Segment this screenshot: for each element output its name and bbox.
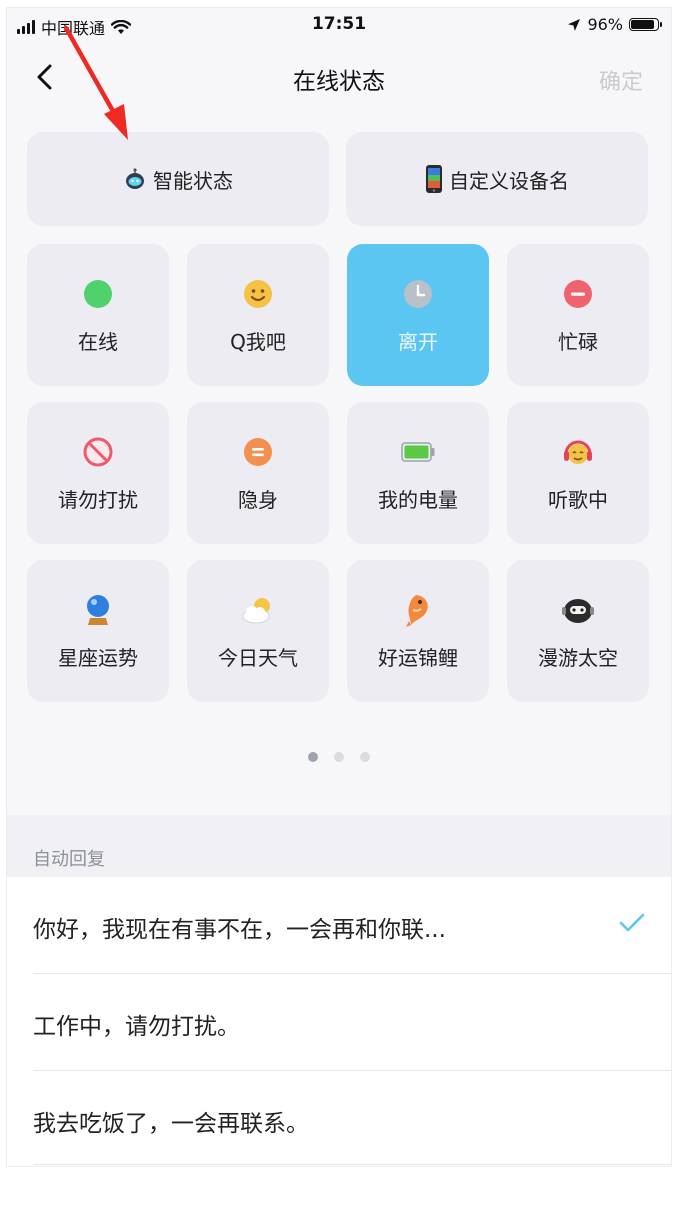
auto-reply-text: 工作中，请勿打扰。 bbox=[33, 1014, 240, 1040]
koi-fish-icon bbox=[406, 595, 428, 627]
status-label: 星座运势 bbox=[58, 646, 138, 670]
confirm-button[interactable]: 确定 bbox=[599, 64, 643, 96]
page-dot[interactable] bbox=[360, 752, 370, 762]
status-label: 在线 bbox=[78, 330, 118, 354]
auto-reply-text: 你好，我现在有事不在，一会再和你联... bbox=[33, 917, 446, 943]
page-title: 在线状态 bbox=[293, 69, 385, 95]
status-bar: 中国联通 17:51 96% bbox=[7, 8, 671, 42]
smart-status-label: 智能状态 bbox=[153, 168, 233, 193]
robot-icon bbox=[126, 168, 144, 189]
page-dot[interactable] bbox=[308, 752, 318, 762]
auto-reply-option[interactable]: 你好，我现在有事不在，一会再和你联... bbox=[7, 877, 671, 973]
custom-device-name-button[interactable]: 自定义设备名 bbox=[346, 132, 648, 226]
clock-icon bbox=[404, 280, 432, 308]
status-tile-busy[interactable]: 忙碌 bbox=[507, 244, 649, 386]
status-label: 听歌中 bbox=[548, 488, 608, 512]
status-tile-do-not-disturb[interactable]: 请勿打扰 bbox=[27, 402, 169, 544]
page-indicator bbox=[7, 752, 671, 762]
minus-circle-icon bbox=[564, 280, 592, 308]
auto-reply-section: 自动回复 你好，我现在有事不在，一会再和你联... 工作中，请勿打扰。 我去吃饭… bbox=[7, 815, 671, 1166]
status-label: 隐身 bbox=[238, 488, 278, 512]
phone-screen: 中国联通 17:51 96% 在线状态 确定 智能状态 自定义设备名 在线 Q我… bbox=[7, 8, 671, 1166]
status-tile-my-battery[interactable]: 我的电量 bbox=[347, 402, 489, 544]
phone-icon bbox=[426, 165, 442, 193]
status-tile-weather[interactable]: 今日天气 bbox=[187, 560, 329, 702]
crystal-ball-icon bbox=[87, 595, 109, 625]
divider bbox=[33, 1164, 671, 1165]
green-dot-icon bbox=[84, 280, 112, 308]
auto-reply-header: 自动回复 bbox=[7, 815, 671, 877]
battery-icon bbox=[401, 442, 435, 462]
battery-percent: 96% bbox=[587, 15, 623, 34]
custom-device-name-label: 自定义设备名 bbox=[449, 168, 569, 193]
page-dot[interactable] bbox=[334, 752, 344, 762]
equals-circle-icon bbox=[244, 438, 272, 466]
status-tile-space-roaming[interactable]: 漫游太空 bbox=[507, 560, 649, 702]
auto-reply-option[interactable]: 工作中，请勿打扰。 bbox=[7, 974, 671, 1070]
status-label: 好运锦鲤 bbox=[378, 646, 458, 670]
status-label: 我的电量 bbox=[378, 488, 458, 512]
location-arrow-icon bbox=[568, 18, 581, 31]
cloud-sun-icon bbox=[242, 598, 270, 624]
checkmark-icon bbox=[619, 913, 645, 932]
status-tile-invisible[interactable]: 隐身 bbox=[187, 402, 329, 544]
status-label: 今日天气 bbox=[218, 646, 298, 670]
status-label: 漫游太空 bbox=[538, 646, 618, 670]
no-entry-icon bbox=[83, 437, 113, 467]
status-right: 96% bbox=[567, 15, 662, 34]
status-tile-horoscope[interactable]: 星座运势 bbox=[27, 560, 169, 702]
status-label: 离开 bbox=[398, 330, 438, 354]
smiley-icon bbox=[244, 280, 272, 308]
status-tile-listening-music[interactable]: 听歌中 bbox=[507, 402, 649, 544]
astronaut-icon bbox=[562, 599, 594, 623]
navigation-bar: 在线状态 确定 bbox=[7, 42, 671, 114]
status-tile-q-me[interactable]: Q我吧 bbox=[187, 244, 329, 386]
smart-status-button[interactable]: 智能状态 bbox=[27, 132, 329, 226]
headphones-face-icon bbox=[564, 440, 592, 464]
status-tile-online[interactable]: 在线 bbox=[27, 244, 169, 386]
auto-reply-text: 我去吃饭了，一会再联系。 bbox=[33, 1111, 309, 1137]
auto-reply-option[interactable]: 我去吃饭了，一会再联系。 bbox=[7, 1071, 671, 1166]
status-label: 忙碌 bbox=[558, 330, 598, 354]
status-label: 请勿打扰 bbox=[58, 488, 138, 512]
auto-reply-title: 自动回复 bbox=[33, 849, 105, 870]
status-tile-away[interactable]: 离开 bbox=[347, 244, 489, 386]
battery-icon bbox=[629, 18, 662, 31]
status-label: Q我吧 bbox=[230, 330, 286, 354]
status-tile-lucky-koi[interactable]: 好运锦鲤 bbox=[347, 560, 489, 702]
